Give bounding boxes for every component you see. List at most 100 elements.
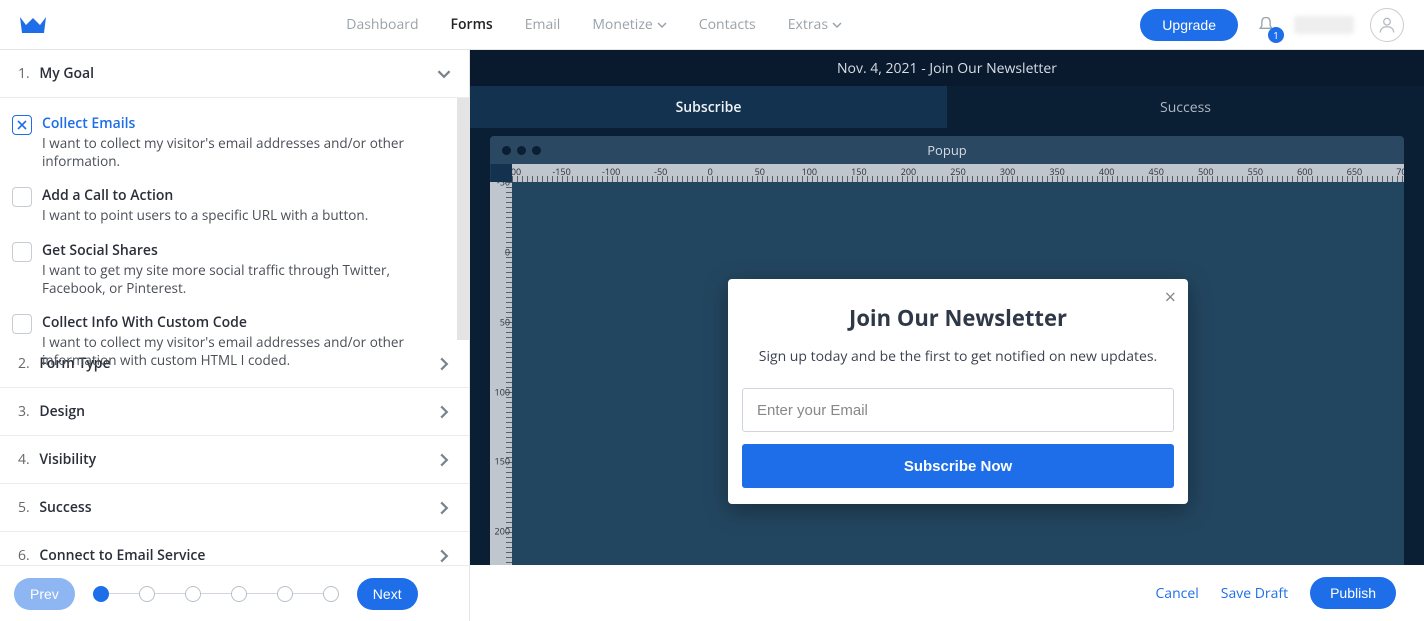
goal-social-shares[interactable]: Get Social Shares I want to get my site …	[12, 241, 447, 297]
ruler-label: 600	[1297, 165, 1312, 178]
goal-collect-emails[interactable]: Collect Emails I want to collect my visi…	[12, 114, 447, 170]
step-line	[247, 593, 277, 595]
window-title: Popup	[490, 141, 1404, 159]
ruler-label: -50	[654, 165, 667, 178]
chevron-right-icon	[437, 453, 451, 467]
goal-title: Get Social Shares	[42, 241, 447, 260]
upgrade-button[interactable]: Upgrade	[1140, 9, 1238, 41]
ruler-label: 50	[755, 165, 765, 178]
goal-radio[interactable]	[12, 115, 32, 135]
popup-subtitle[interactable]: Sign up today and be the first to get no…	[742, 347, 1174, 366]
chevron-right-icon	[437, 501, 451, 515]
step-dot-3[interactable]	[185, 586, 201, 602]
tab-success[interactable]: Success	[947, 86, 1424, 128]
section-my-goal-content: Collect Emails I want to collect my visi…	[0, 98, 469, 340]
notifications-button[interactable]: 1	[1254, 13, 1278, 37]
window-titlebar: Popup	[490, 136, 1404, 164]
design-canvas[interactable]: × Join Our Newsletter Sign up today and …	[512, 182, 1404, 601]
step-dot-1[interactable]	[93, 586, 109, 602]
nav-extras[interactable]: Extras	[788, 15, 842, 34]
step-line	[293, 593, 323, 595]
user-icon	[1377, 15, 1397, 35]
goal-radio[interactable]	[12, 187, 32, 207]
goal-desc: I want to get my site more social traffi…	[42, 261, 447, 297]
email-input[interactable]	[742, 388, 1174, 432]
chevron-right-icon	[437, 405, 451, 419]
chevron-down-icon	[657, 20, 667, 30]
prev-button[interactable]: Prev	[14, 578, 75, 610]
section-number: 1.	[18, 64, 30, 83]
section-success[interactable]: 5. Success	[0, 484, 469, 532]
cancel-link[interactable]: Cancel	[1155, 584, 1198, 603]
goal-radio[interactable]	[12, 314, 32, 334]
nav-forms[interactable]: Forms	[451, 15, 493, 34]
section-visibility[interactable]: 4. Visibility	[0, 436, 469, 484]
close-icon[interactable]: ×	[1165, 287, 1176, 307]
ruler-label: 700	[1396, 165, 1404, 178]
nav-contacts[interactable]: Contacts	[699, 15, 756, 34]
save-draft-link[interactable]: Save Draft	[1221, 584, 1288, 603]
section-design[interactable]: 3. Design	[0, 388, 469, 436]
goal-title: Collect Info With Custom Code	[42, 313, 447, 332]
section-title: Success	[39, 498, 91, 517]
stage-window: Popup -200 -150 -100 -50 0 50 100 150 200 250 300 3…	[490, 136, 1404, 601]
notif-count-badge: 1	[1268, 27, 1284, 43]
subscribe-button[interactable]: Subscribe Now	[742, 444, 1174, 488]
chevron-down-icon	[437, 67, 451, 81]
step-dot-6[interactable]	[323, 586, 339, 602]
section-title: Connect to Email Service	[39, 546, 205, 565]
ruler-label: 100	[495, 385, 510, 398]
ruler-label: 400	[1099, 165, 1114, 178]
ruler-label: 300	[1000, 165, 1015, 178]
ruler-label: 150	[851, 165, 866, 178]
goal-title: Add a Call to Action	[42, 186, 368, 205]
ruler-label: 550	[1248, 165, 1263, 178]
section-number: 6.	[18, 546, 30, 565]
section-title: Design	[39, 402, 85, 421]
section-title: My Goal	[39, 64, 94, 83]
goal-list: Collect Emails I want to collect my visi…	[0, 98, 469, 340]
step-dot-5[interactable]	[277, 586, 293, 602]
ruler-label: 0	[505, 245, 510, 258]
step-dot-2[interactable]	[139, 586, 155, 602]
tab-subscribe[interactable]: Subscribe	[470, 86, 947, 128]
user-name-placeholder	[1294, 16, 1354, 34]
avatar-button[interactable]	[1370, 8, 1404, 42]
section-my-goal[interactable]: 1. My Goal	[0, 50, 469, 98]
ruler-label: 100	[802, 165, 817, 178]
nav-email[interactable]: Email	[525, 15, 561, 34]
step-line	[109, 593, 139, 595]
ruler-label: 200	[495, 525, 510, 538]
ruler-label: 200	[901, 165, 916, 178]
goal-custom-code[interactable]: Collect Info With Custom Code I want to …	[12, 313, 447, 369]
ruler-label: -100	[602, 165, 620, 178]
nav-monetize-label: Monetize	[592, 15, 652, 34]
popup-title[interactable]: Join Our Newsletter	[742, 303, 1174, 333]
goal-call-to-action[interactable]: Add a Call to Action I want to point use…	[12, 186, 447, 224]
ruler-label: 250	[950, 165, 965, 178]
step-dot-4[interactable]	[231, 586, 247, 602]
section-number: 5.	[18, 498, 30, 517]
section-connect-email[interactable]: 6. Connect to Email Service	[0, 532, 469, 565]
scrollbar[interactable]	[457, 98, 469, 340]
ruler-label: 350	[1049, 165, 1064, 178]
next-button[interactable]: Next	[357, 578, 418, 610]
ruler-label: 50	[500, 315, 510, 328]
preview-breadcrumb: Nov. 4, 2021 - Join Our Newsletter	[470, 50, 1424, 86]
chevron-down-icon	[832, 20, 842, 30]
nav-dashboard[interactable]: Dashboard	[346, 15, 418, 34]
nav-links: Dashboard Forms Email Monetize Contacts …	[48, 15, 1140, 34]
nav-monetize[interactable]: Monetize	[592, 15, 666, 34]
publish-button[interactable]: Publish	[1310, 577, 1396, 609]
wizard-sidebar: 1. My Goal Collect Emails	[0, 50, 470, 621]
preview-tabs: Subscribe Success	[470, 86, 1424, 128]
popup-preview[interactable]: × Join Our Newsletter Sign up today and …	[728, 279, 1188, 504]
step-indicator	[93, 586, 339, 602]
goal-desc: I want to point users to a specific URL …	[42, 206, 368, 224]
preview-panel: Nov. 4, 2021 - Join Our Newsletter Subsc…	[470, 50, 1424, 621]
section-title: Visibility	[39, 450, 96, 469]
ruler-label: -200	[512, 165, 521, 178]
ruler-label: -150	[552, 165, 570, 178]
brand-logo-icon[interactable]	[18, 14, 48, 36]
goal-radio[interactable]	[12, 242, 32, 262]
